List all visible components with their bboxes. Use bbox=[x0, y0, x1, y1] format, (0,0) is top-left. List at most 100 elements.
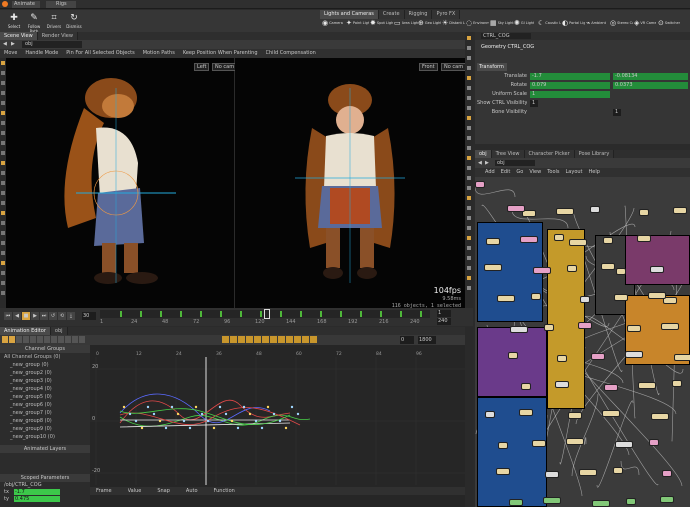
viewport-left[interactable]: Left No cam bbox=[6, 58, 238, 308]
right-tool-icon[interactable] bbox=[467, 236, 471, 240]
keyframe-marker[interactable] bbox=[120, 311, 122, 317]
key-tool-icon[interactable] bbox=[286, 336, 293, 343]
left-tool-icon[interactable] bbox=[1, 201, 5, 205]
network-node[interactable] bbox=[533, 267, 551, 274]
right-tool-icon[interactable] bbox=[467, 156, 471, 160]
curve-keyframe[interactable] bbox=[170, 405, 174, 409]
keyframe-marker[interactable] bbox=[160, 311, 162, 317]
network-node[interactable] bbox=[627, 325, 641, 332]
curve-keyframe[interactable] bbox=[278, 419, 282, 423]
left-tool-icon[interactable] bbox=[1, 61, 5, 65]
channel-group-item[interactable]: _new_group3 (0) bbox=[0, 377, 90, 385]
shelf-tab-2[interactable]: Rigging bbox=[404, 10, 433, 19]
key-tool-icon[interactable] bbox=[278, 336, 285, 343]
right-tool-icon[interactable] bbox=[467, 266, 471, 270]
network-box-4[interactable] bbox=[477, 327, 547, 397]
channel-group-item[interactable]: _new_group9 (0) bbox=[0, 425, 90, 433]
network-node[interactable] bbox=[660, 496, 674, 503]
curve-keyframe[interactable] bbox=[260, 426, 264, 430]
left-tool-icon[interactable] bbox=[1, 231, 5, 235]
right-tool-icon[interactable] bbox=[467, 136, 471, 140]
channel-group-item[interactable]: _new_group5 (0) bbox=[0, 393, 90, 401]
network-node[interactable] bbox=[638, 382, 656, 389]
left-tool-icon[interactable] bbox=[1, 151, 5, 155]
scoped-ctrl-path[interactable]: /obj/CTRL_COG bbox=[4, 482, 42, 489]
left-tool-icon[interactable] bbox=[1, 181, 5, 185]
curve-keyframe[interactable] bbox=[182, 419, 186, 423]
curve-keyframe[interactable] bbox=[152, 412, 156, 416]
curve-keyframe[interactable] bbox=[236, 426, 240, 430]
keyframe-marker[interactable] bbox=[140, 311, 142, 317]
left-tool-icon[interactable] bbox=[1, 101, 5, 105]
network-node[interactable] bbox=[613, 467, 623, 474]
right-tool-icon[interactable] bbox=[467, 86, 471, 90]
param-value-b[interactable]: 0.0373 bbox=[613, 82, 688, 89]
light-tool-14[interactable]: ⊙ Switcher bbox=[658, 20, 682, 27]
curve-keyframe[interactable] bbox=[266, 405, 270, 409]
playback-button-1[interactable]: ◀ bbox=[13, 312, 21, 320]
playhead[interactable] bbox=[264, 309, 270, 319]
left-tool-icon[interactable] bbox=[1, 81, 5, 85]
key-tool-icon[interactable] bbox=[230, 336, 237, 343]
keyframe-marker[interactable] bbox=[420, 311, 422, 317]
network-node[interactable] bbox=[486, 238, 500, 245]
network-node[interactable] bbox=[648, 292, 666, 299]
left-tool-icon[interactable] bbox=[1, 291, 5, 295]
network-node[interactable] bbox=[604, 384, 618, 391]
viewport-option-5[interactable]: Child Compensation bbox=[266, 49, 316, 58]
network-node[interactable] bbox=[475, 181, 485, 188]
right-tool-icon[interactable] bbox=[467, 286, 471, 290]
range-end-field[interactable]: 240 bbox=[437, 318, 451, 325]
light-tool-5[interactable]: ☀Distant Light bbox=[442, 20, 466, 27]
forward-arrow-icon[interactable]: ▶ bbox=[11, 41, 15, 47]
viewport-option-4[interactable]: Keep Position When Parenting bbox=[183, 49, 258, 58]
curve-keyframe[interactable] bbox=[212, 426, 216, 430]
left-tool-icon[interactable] bbox=[1, 191, 5, 195]
curve-keyframe[interactable] bbox=[230, 419, 234, 423]
right-tool-icon[interactable] bbox=[467, 166, 471, 170]
curve-keyframe[interactable] bbox=[158, 419, 162, 423]
right-tool-icon[interactable] bbox=[467, 186, 471, 190]
network-menu-4[interactable]: Tools bbox=[547, 168, 559, 177]
houdini-logo-icon[interactable] bbox=[2, 1, 8, 7]
channel-group-item[interactable]: All Channel Groups (0) bbox=[0, 353, 90, 361]
left-tool-icon[interactable] bbox=[1, 171, 5, 175]
network-node[interactable] bbox=[661, 323, 679, 330]
graph-button-1[interactable]: Value bbox=[128, 487, 142, 495]
network-node[interactable] bbox=[651, 413, 669, 420]
param-value-a[interactable]: 0.079 bbox=[530, 82, 610, 89]
light-tool-2[interactable]: ✸Spot Light bbox=[370, 20, 394, 27]
left-tool-icon[interactable] bbox=[1, 221, 5, 225]
network-node[interactable] bbox=[568, 412, 582, 419]
curve-keyframe[interactable] bbox=[224, 412, 228, 416]
curve-keyframe[interactable] bbox=[134, 419, 138, 423]
channel-group-item[interactable]: _new_group7 (0) bbox=[0, 409, 90, 417]
key-tool-icon[interactable] bbox=[270, 336, 277, 343]
current-frame-field[interactable]: 30 bbox=[82, 312, 96, 320]
curve-keyframe[interactable] bbox=[140, 426, 144, 430]
network-node[interactable] bbox=[603, 237, 613, 244]
light-tool-9[interactable]: ☾Caustic Light bbox=[538, 20, 562, 27]
anim-tool-icon[interactable] bbox=[58, 336, 64, 343]
curve-keyframe[interactable] bbox=[218, 405, 222, 409]
right-tool-icon[interactable] bbox=[467, 56, 471, 60]
anim-tool-icon[interactable] bbox=[9, 336, 15, 343]
network-node[interactable] bbox=[615, 441, 633, 448]
graph-editor[interactable]: 20 0 -20 0 12 24 36 48 60 72 84 96 Frame Value Snap Au… bbox=[90, 345, 465, 507]
key-tool-icon[interactable] bbox=[310, 336, 317, 343]
right-tool-icon[interactable] bbox=[467, 126, 471, 130]
shelf-tab-3[interactable]: Pyro FX bbox=[432, 10, 461, 19]
network-node[interactable] bbox=[497, 295, 515, 302]
param-tx-value[interactable]: -1.7 bbox=[14, 489, 60, 495]
param-ty-row[interactable]: ty 0.475 bbox=[4, 496, 64, 502]
network-node[interactable] bbox=[521, 383, 531, 390]
anim-tool-icon[interactable] bbox=[65, 336, 71, 343]
graph-button-0[interactable]: Frame bbox=[96, 487, 112, 495]
anim-tool-icon[interactable] bbox=[72, 336, 78, 343]
left-tool-icon[interactable] bbox=[1, 161, 5, 165]
net-back-icon[interactable]: ◀ bbox=[478, 160, 482, 166]
curve-keyframe[interactable] bbox=[188, 426, 192, 430]
viewport-path[interactable]: obj bbox=[22, 41, 82, 48]
network-node[interactable] bbox=[602, 410, 620, 417]
right-tool-icon[interactable] bbox=[467, 76, 471, 80]
